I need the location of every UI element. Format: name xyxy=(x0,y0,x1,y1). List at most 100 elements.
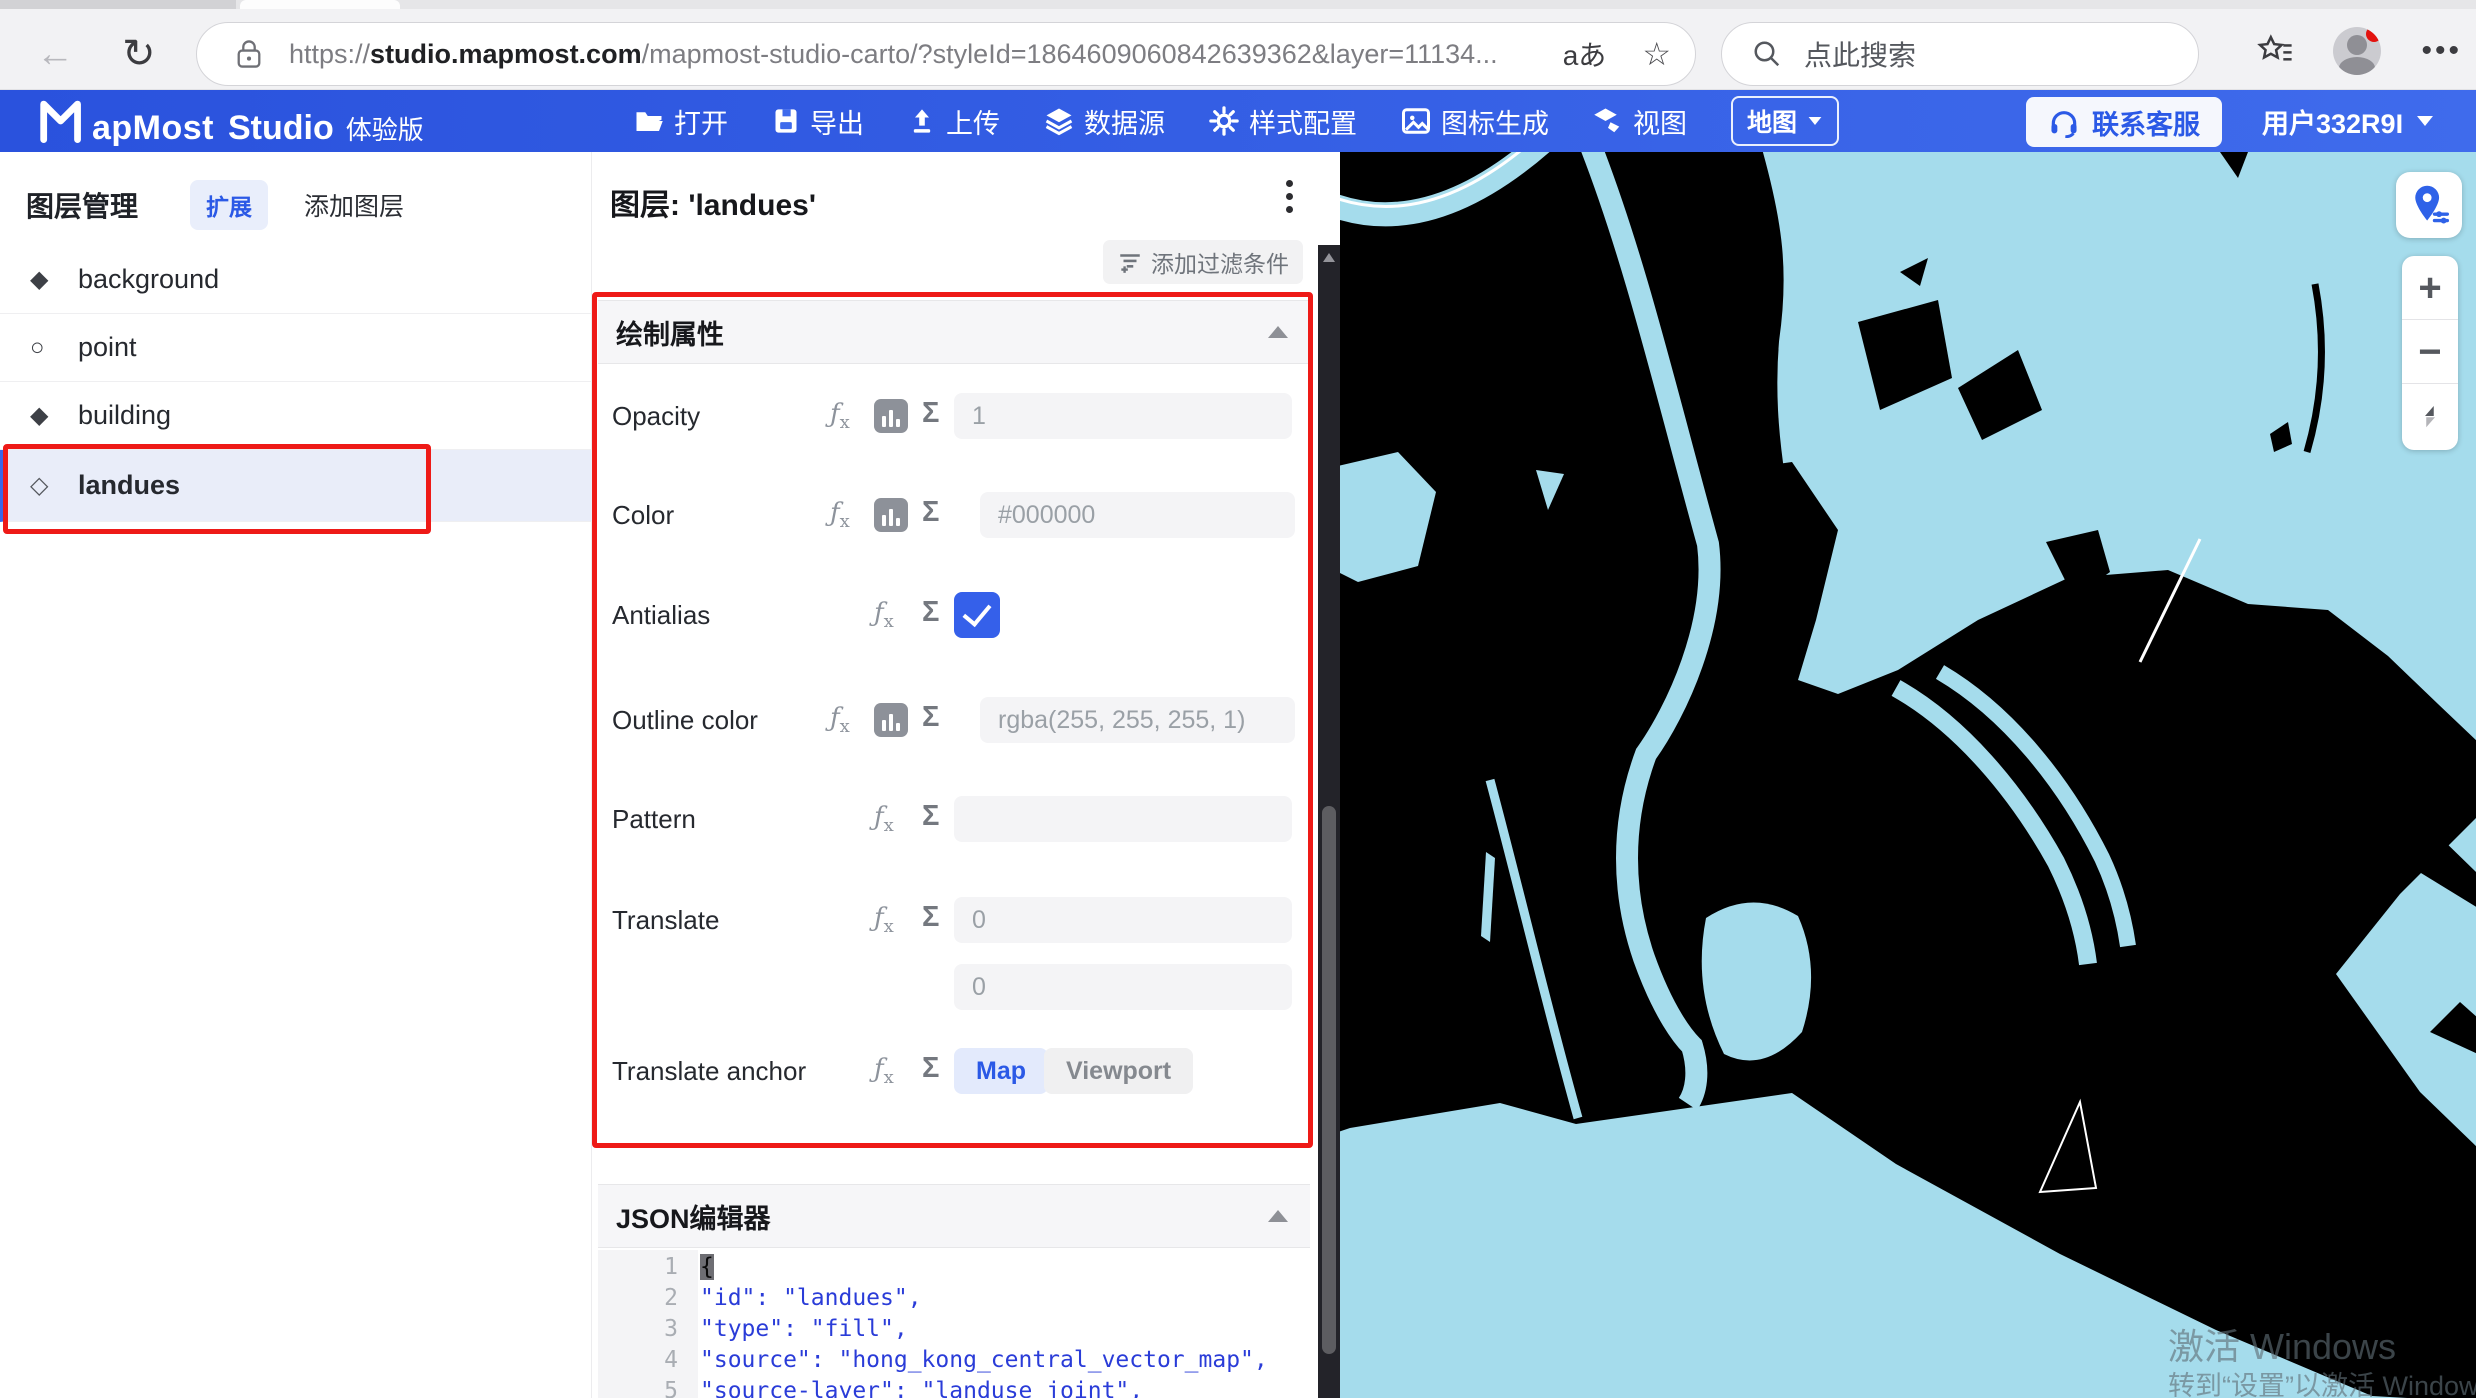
layer-row-landues[interactable]: ◇ landues xyxy=(0,450,592,522)
json-line[interactable]: 4"source": "hong_kong_central_vector_map… xyxy=(598,1347,1268,1373)
save-icon xyxy=(772,107,800,135)
zoom-in-button[interactable]: + xyxy=(2402,256,2458,320)
json-line[interactable]: 2"id": "landues", xyxy=(598,1285,922,1311)
fx-expression-icon[interactable]: ƒx xyxy=(874,1054,894,1088)
opacity-label: Opacity xyxy=(612,393,700,439)
menu-style-config[interactable]: 样式配置 xyxy=(1209,102,1357,141)
brand-product: Studio xyxy=(228,109,334,148)
support-label: 联系客服 xyxy=(2092,103,2200,142)
color-input[interactable] xyxy=(980,492,1295,538)
windows-activation-hint: 转到“设置”以激活 Windows。 xyxy=(2168,1364,2476,1398)
favorites-hub-icon[interactable] xyxy=(2257,34,2293,68)
filter-icon xyxy=(1117,249,1143,275)
anchor-viewport-option[interactable]: Viewport xyxy=(1044,1048,1193,1094)
menu-datasource[interactable]: 数据源 xyxy=(1044,102,1165,141)
profile-avatar[interactable] xyxy=(2333,27,2381,75)
layer-name: building xyxy=(78,400,171,431)
scroll-up-icon[interactable] xyxy=(1323,253,1335,262)
menu-view[interactable]: 视图 xyxy=(1593,102,1687,141)
color-label: Color xyxy=(612,492,674,538)
fx-expression-icon[interactable]: ƒx xyxy=(874,802,894,836)
plus-icon: + xyxy=(2418,268,2441,308)
collapse-arrow-icon[interactable] xyxy=(1268,1210,1288,1222)
json-line[interactable]: 1{ xyxy=(598,1254,714,1280)
scrollbar-thumb[interactable] xyxy=(1322,806,1336,1354)
panel-scrollbar[interactable] xyxy=(1318,245,1340,1398)
chart-ramp-icon[interactable] xyxy=(874,703,908,737)
url-domain: studio.mapmost.com xyxy=(370,39,642,69)
compass-reset-button[interactable] xyxy=(2402,384,2458,448)
menu-open[interactable]: 打开 xyxy=(634,102,728,141)
user-menu[interactable]: 用户332R9I xyxy=(2262,102,2433,141)
fx-expression-icon[interactable]: ƒx xyxy=(830,498,850,532)
anchor-map-option[interactable]: Map xyxy=(954,1048,1048,1094)
json-editor-title: JSON编辑器 xyxy=(616,1197,771,1236)
json-editor-header[interactable]: JSON编辑器 xyxy=(598,1184,1310,1248)
row-color: Color ƒx Σ xyxy=(612,492,1312,538)
sigma-icon[interactable]: Σ xyxy=(922,901,939,934)
url-text[interactable]: https://studio.mapmost.com/mapmost-studi… xyxy=(289,39,1498,70)
layer-row-background[interactable]: ◆ background xyxy=(0,246,592,314)
fx-expression-icon[interactable]: ƒx xyxy=(874,903,894,937)
add-filter-button[interactable]: 添加过滤条件 xyxy=(1103,240,1303,284)
pattern-input[interactable] xyxy=(954,796,1292,842)
sigma-icon[interactable]: Σ xyxy=(922,1052,939,1085)
json-line[interactable]: 5"source-layer": "landuse_joint", xyxy=(598,1378,1143,1398)
json-line[interactable]: 3"type": "fill", xyxy=(598,1316,908,1342)
expand-tab[interactable]: 扩展 xyxy=(190,180,268,230)
collapse-arrow-icon[interactable] xyxy=(1268,326,1288,338)
zoom-out-button[interactable]: − xyxy=(2402,320,2458,384)
fx-expression-icon[interactable]: ƒx xyxy=(830,399,850,433)
outline-color-input[interactable] xyxy=(980,697,1295,743)
brand-logo[interactable]: apMost Studio 体验版 xyxy=(38,95,424,148)
sigma-icon[interactable]: Σ xyxy=(922,701,939,734)
search-icon xyxy=(1752,39,1782,69)
map-select-label: 地图 xyxy=(1747,103,1797,139)
draw-properties-header[interactable]: 绘制属性 xyxy=(598,300,1310,364)
chart-ramp-icon[interactable] xyxy=(874,399,908,433)
favorite-star-icon[interactable]: ☆ xyxy=(1642,35,1671,73)
add-layer-button[interactable]: 添加图层 xyxy=(304,187,404,223)
reload-icon[interactable]: ↻ xyxy=(122,31,156,77)
sigma-icon[interactable]: Σ xyxy=(922,397,939,430)
layer-row-building[interactable]: ◆ building xyxy=(0,382,592,450)
layer-row-point[interactable]: ○ point xyxy=(0,314,592,382)
antialias-checkbox[interactable] xyxy=(954,592,1000,638)
fx-expression-icon[interactable]: ƒx xyxy=(830,703,850,737)
translate-page-icon[interactable]: aあ xyxy=(1563,34,1607,74)
row-opacity: Opacity ƒx Σ xyxy=(612,393,1312,439)
menu-upload[interactable]: 上传 xyxy=(908,102,1000,141)
mapmost-logo-icon xyxy=(38,99,90,143)
map-canvas[interactable]: + − 激活 Windows 转到“设置”以激活 Windows。 xyxy=(1340,152,2476,1398)
pattern-label: Pattern xyxy=(612,796,696,842)
layer-menu-kebab-icon[interactable] xyxy=(1286,180,1296,219)
contact-support-button[interactable]: 联系客服 xyxy=(2026,97,2222,147)
fx-expression-icon[interactable]: ƒx xyxy=(874,598,894,632)
address-bar[interactable]: https://studio.mapmost.com/mapmost-studi… xyxy=(196,22,1696,86)
menu-icon-generate[interactable]: 图标生成 xyxy=(1401,102,1549,141)
brand-badge: 体验版 xyxy=(346,110,424,147)
diamond-filled-icon: ◆ xyxy=(30,401,60,430)
active-tab-top[interactable] xyxy=(240,0,400,9)
map-pin-icon xyxy=(2407,183,2451,227)
sigma-icon[interactable]: Σ xyxy=(922,496,939,529)
tabstrip-segment xyxy=(0,0,236,9)
zoom-control: + − xyxy=(2402,256,2458,450)
chevron-down-icon xyxy=(1809,117,1822,125)
back-icon[interactable]: ← xyxy=(36,33,74,76)
gear-icon xyxy=(1209,106,1239,136)
translate-x-input[interactable] xyxy=(954,897,1292,943)
menu-export[interactable]: 导出 xyxy=(772,102,864,141)
draw-properties-title: 绘制属性 xyxy=(616,313,724,352)
compass-icon xyxy=(2415,401,2445,431)
sigma-icon[interactable]: Σ xyxy=(922,800,939,833)
browser-menu-icon[interactable]: ••• xyxy=(2421,34,2462,68)
sigma-icon[interactable]: Σ xyxy=(922,596,939,629)
search-box[interactable]: 点此搜索 xyxy=(1721,22,2199,86)
opacity-input[interactable] xyxy=(954,393,1292,439)
chart-ramp-icon[interactable] xyxy=(874,498,908,532)
map-type-select[interactable]: 地图 xyxy=(1731,96,1839,146)
locate-style-button[interactable] xyxy=(2396,172,2462,238)
screen: ← ↻ https://studio.mapmost.com/mapmost-s… xyxy=(0,0,2476,1398)
translate-y-input[interactable] xyxy=(954,964,1292,1010)
